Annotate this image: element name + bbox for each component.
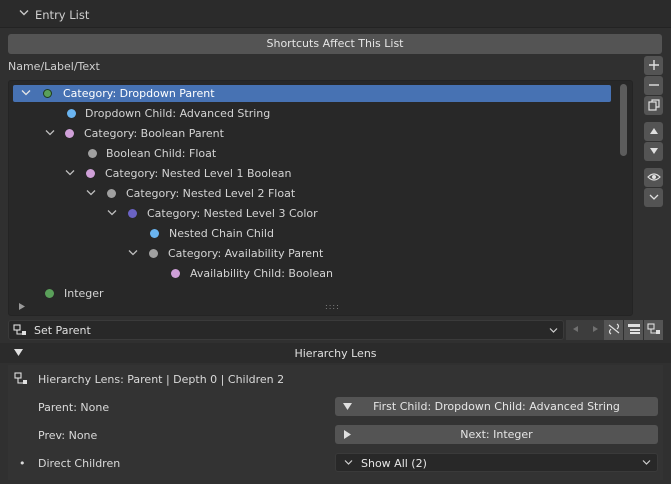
children-dropdown-value: Show All (2) (361, 457, 427, 470)
category-dot-icon (86, 169, 95, 178)
tree-row[interactable]: Boolean Child: Float (13, 145, 611, 162)
direct-children-label: Direct Children (38, 457, 121, 470)
category-dot-icon (43, 89, 52, 98)
tree-row[interactable]: Integer (13, 285, 611, 302)
tree-row[interactable]: Category: Nested Level 2 Float (13, 185, 611, 202)
triangle-down-icon (343, 403, 352, 410)
chevron-down-icon[interactable] (128, 249, 138, 257)
tree-row-label: Category: Dropdown Parent (63, 87, 215, 100)
chevron-down-icon[interactable] (65, 169, 75, 177)
first-child-button[interactable]: First Child: Dropdown Child: Advanced St… (335, 397, 658, 416)
next-label: Next: Integer (460, 428, 533, 441)
plus-icon (648, 60, 659, 70)
triangle-right-icon (344, 430, 351, 439)
tree-row[interactable]: Category: Boolean Parent (13, 125, 611, 142)
set-parent-dropdown[interactable]: Set Parent (8, 320, 564, 340)
eye-icon (646, 173, 661, 181)
entry-dot-icon (45, 289, 54, 298)
lens-summary: Hierarchy Lens: Parent | Depth 0 | Child… (38, 373, 285, 386)
shortcuts-affect-list-button[interactable]: Shortcuts Affect This List (8, 34, 662, 54)
chevron-down-icon[interactable] (45, 129, 55, 137)
entry-dot-icon (88, 149, 97, 158)
collapse-icon (627, 324, 640, 334)
category-dot-icon (128, 209, 137, 218)
minus-icon (648, 84, 659, 86)
triangle-right-icon (592, 326, 598, 332)
first-child-label: First Child: Dropdown Child: Advanced St… (373, 400, 620, 413)
tree-row-label: Category: Availability Parent (168, 247, 324, 260)
entry-dot-icon (171, 269, 180, 278)
chevron-down-icon (549, 327, 558, 334)
hierarchy-lens-title: Hierarchy Lens (294, 347, 377, 360)
tree-row-label: Category: Nested Level 2 Float (126, 187, 296, 200)
entry-tree-list[interactable]: Category: Dropdown Parent Dropdown Child… (8, 80, 633, 316)
tree-row-label: Category: Boolean Parent (84, 127, 224, 140)
chevron-down-icon (649, 194, 658, 200)
tree-scrollbar[interactable] (620, 84, 627, 156)
hierarchy-icon (14, 372, 28, 386)
tree-row-label: Category: Nested Level 3 Color (147, 207, 318, 220)
chevron-down-icon (19, 9, 29, 17)
move-down-button[interactable] (644, 142, 663, 161)
chevron-down-icon[interactable] (21, 89, 31, 97)
hierarchy-tool-button[interactable] (644, 320, 663, 340)
hierarchy-icon (13, 324, 27, 336)
tree-row-label: Dropdown Child: Advanced String (85, 107, 271, 120)
duplicate-entry-button[interactable] (644, 96, 663, 115)
bullet-icon: • (19, 457, 26, 470)
visibility-toggle-button[interactable] (644, 168, 663, 187)
specials-menu-button[interactable] (644, 188, 663, 207)
entry-list-panel-header[interactable] (0, 0, 671, 28)
resize-grip-handle[interactable]: :::: (325, 302, 340, 311)
tree-row-label: Integer (64, 287, 104, 300)
chevron-down-icon (344, 459, 353, 466)
tree-row-label: Nested Chain Child (169, 227, 274, 240)
tree-row[interactable]: Dropdown Child: Advanced String (13, 105, 611, 122)
parent-label: Parent: None (38, 401, 110, 414)
category-dot-icon (65, 129, 74, 138)
tree-row[interactable]: Availability Child: Boolean (13, 265, 611, 282)
tree-row[interactable]: Nested Chain Child (13, 225, 611, 242)
chevron-down-icon[interactable] (107, 209, 117, 217)
entry-dot-icon (150, 229, 159, 238)
prev-label: Prev: None (38, 429, 98, 442)
next-entry-button[interactable] (585, 320, 604, 340)
move-up-button[interactable] (644, 122, 663, 141)
unlink-icon (608, 323, 619, 335)
remove-entry-button[interactable] (644, 76, 663, 95)
triangle-down-icon (649, 148, 658, 154)
tree-row[interactable]: Category: Nested Level 3 Color (13, 205, 611, 222)
tree-row-label: Category: Nested Level 1 Boolean (105, 167, 292, 180)
column-header: Name/Label/Text (8, 60, 100, 73)
chevron-down-icon (642, 459, 651, 466)
tree-row[interactable]: Category: Availability Parent (13, 245, 611, 262)
previous-entry-button[interactable] (566, 320, 585, 340)
category-dot-icon (107, 189, 116, 198)
panel-title: Entry List (35, 8, 90, 22)
unlink-parent-button[interactable] (604, 320, 623, 340)
tree-row-label: Availability Child: Boolean (190, 267, 333, 280)
set-parent-label: Set Parent (34, 324, 91, 337)
chevron-down-icon[interactable] (86, 189, 96, 197)
triangle-left-icon (572, 326, 578, 332)
triangle-up-icon (649, 128, 658, 134)
collapse-all-button[interactable] (624, 320, 643, 340)
category-dot-icon (149, 249, 158, 258)
children-dropdown[interactable]: Show All (2) (335, 453, 658, 472)
tree-row-label: Boolean Child: Float (106, 147, 217, 160)
hierarchy-icon (646, 323, 660, 334)
next-button[interactable]: Next: Integer (335, 425, 658, 444)
expand-filter-triangle-icon[interactable] (19, 303, 25, 310)
tree-row[interactable]: Category: Nested Level 1 Boolean (13, 165, 611, 182)
tree-row[interactable]: Category: Dropdown Parent (13, 85, 611, 102)
duplicate-icon (647, 99, 660, 111)
entry-dot-icon (67, 109, 76, 118)
add-entry-button[interactable] (644, 56, 663, 75)
